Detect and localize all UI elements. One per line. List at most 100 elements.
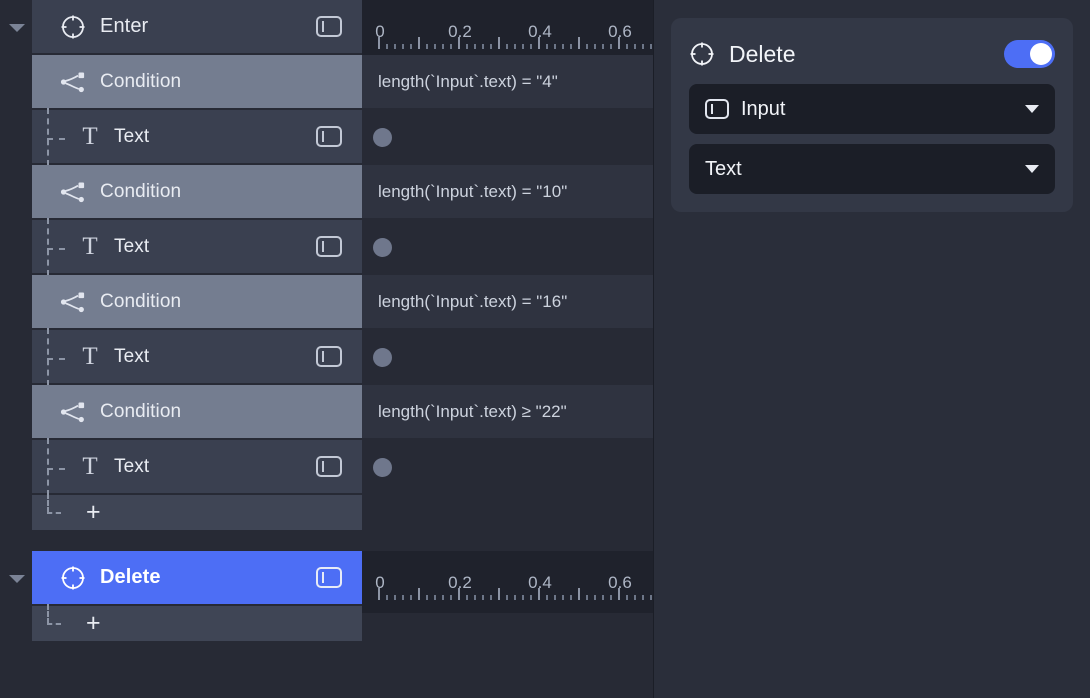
- ruler-tick: [586, 595, 588, 600]
- ruler-tick: [554, 595, 556, 600]
- plus-icon[interactable]: +: [86, 500, 101, 525]
- ruler-tick: [602, 595, 604, 600]
- panel-toggle-icon[interactable]: [316, 456, 342, 477]
- track-row[interactable]: Condition: [32, 275, 362, 329]
- panel-toggle-icon[interactable]: [316, 16, 342, 37]
- disclosure-triangle[interactable]: [8, 570, 26, 588]
- tree-connector: [42, 107, 78, 166]
- ruler-tick: [634, 44, 636, 49]
- panel-toggle-icon[interactable]: [316, 346, 342, 367]
- ruler-tick: [642, 595, 644, 600]
- time-ruler[interactable]: 0 0.2 0.4 0.6: [362, 0, 653, 62]
- property-dropdown[interactable]: Text: [689, 144, 1055, 194]
- track-label: Text: [114, 455, 150, 477]
- ruler-tick: [506, 44, 508, 49]
- add-track-row[interactable]: +: [32, 603, 362, 642]
- keyframe-marker[interactable]: [373, 348, 392, 367]
- condition-expression-row[interactable]: length(`Input`.text) ≥ "22": [362, 385, 653, 439]
- condition-expression-row[interactable]: length(`Input`.text) = "4": [362, 55, 653, 109]
- ruler-tick: [442, 595, 444, 600]
- crosshair-icon: [60, 565, 86, 591]
- ruler-tick: [562, 44, 564, 49]
- track-row[interactable]: Condition: [32, 165, 362, 219]
- track-label: Text: [114, 125, 150, 147]
- track-row[interactable]: Condition: [32, 55, 362, 109]
- text-icon: T: [82, 343, 98, 370]
- ruler-label: 0: [375, 22, 385, 41]
- ruler-tick: [626, 595, 628, 600]
- keyframe-marker[interactable]: [373, 128, 392, 147]
- ruler-tick: [394, 44, 396, 49]
- track-row[interactable]: T Text: [32, 327, 362, 386]
- ruler-tick: [586, 44, 588, 49]
- track-row[interactable]: T Text: [32, 107, 362, 166]
- tree-connector: [42, 603, 78, 642]
- enabled-toggle[interactable]: [1004, 40, 1055, 68]
- ruler-tick: [410, 595, 412, 600]
- time-ruler[interactable]: 0 0.2 0.4 0.6: [362, 551, 653, 613]
- ruler-label: 0.2: [448, 573, 472, 592]
- track-label: Condition: [100, 70, 182, 92]
- keyframe-lane[interactable]: [362, 440, 653, 494]
- ruler-tick: [442, 44, 444, 49]
- plus-icon[interactable]: +: [86, 611, 101, 636]
- track-row[interactable]: T Text: [32, 437, 362, 496]
- keyframe-lane[interactable]: [362, 330, 653, 384]
- input-dropdown-label: Input: [741, 97, 786, 120]
- ruler-tick: [482, 44, 484, 49]
- track-row[interactable]: Condition: [32, 385, 362, 439]
- track-row[interactable]: Delete: [32, 551, 362, 605]
- ruler-tick: [426, 595, 428, 600]
- inspector-card: Delete Input Text: [671, 18, 1073, 212]
- ruler-tick: [474, 595, 476, 600]
- ruler-label: 0.4: [528, 573, 552, 592]
- ruler-tick: [490, 595, 492, 600]
- crosshair-icon: [689, 41, 715, 67]
- panel-toggle-icon[interactable]: [316, 567, 342, 588]
- ruler-tick: [602, 44, 604, 49]
- panel-toggle-icon[interactable]: [316, 126, 342, 147]
- property-dropdown-label: Text: [705, 157, 742, 180]
- tree-connector: [42, 217, 78, 276]
- ruler-tick: [578, 588, 580, 600]
- add-track-row[interactable]: +: [32, 492, 362, 531]
- ruler-tick: [650, 595, 652, 600]
- keyframe-lane[interactable]: [362, 110, 653, 164]
- condition-expression: length(`Input`.text) = "16": [378, 291, 568, 311]
- track-row[interactable]: T Text: [32, 217, 362, 276]
- ruler-tick: [538, 37, 540, 49]
- keyframe-lane[interactable]: [362, 220, 653, 274]
- ruler-tick: [490, 44, 492, 49]
- ruler-tick: [378, 37, 380, 49]
- timeline-editor-window: Enter Condition T Text Condition T Text Conditi…: [0, 0, 1090, 698]
- ruler-tick: [386, 44, 388, 49]
- branch-icon: [60, 291, 86, 313]
- tree-connector: [42, 492, 78, 531]
- text-icon: T: [82, 453, 98, 480]
- ruler-tick: [482, 595, 484, 600]
- condition-expression-row[interactable]: length(`Input`.text) = "16": [362, 275, 653, 329]
- disclosure-gutter: [0, 0, 32, 698]
- ruler-tick: [610, 595, 612, 600]
- inspector-pane: Delete Input Text: [654, 0, 1090, 698]
- keyframe-marker[interactable]: [373, 238, 392, 257]
- editor-pane: Enter Condition T Text Condition T Text Conditi…: [0, 0, 654, 698]
- ruler-tick: [434, 595, 436, 600]
- ruler-tick: [418, 37, 420, 49]
- ruler-tick: [514, 595, 516, 600]
- input-dropdown[interactable]: Input: [689, 84, 1055, 134]
- ruler-tick: [418, 588, 420, 600]
- keyframe-marker[interactable]: [373, 458, 392, 477]
- ruler-tick: [538, 588, 540, 600]
- ruler-tick: [578, 37, 580, 49]
- ruler-tick: [562, 595, 564, 600]
- condition-expression-row[interactable]: length(`Input`.text) = "10": [362, 165, 653, 219]
- ruler-tick: [642, 44, 644, 49]
- ruler-tick: [498, 588, 500, 600]
- track-row[interactable]: Enter: [32, 0, 362, 54]
- inspector-header: Delete: [689, 34, 1055, 74]
- crosshair-icon: [60, 14, 86, 40]
- disclosure-triangle[interactable]: [8, 19, 26, 37]
- panel-toggle-icon[interactable]: [316, 236, 342, 257]
- ruler-label: 0.6: [608, 573, 632, 592]
